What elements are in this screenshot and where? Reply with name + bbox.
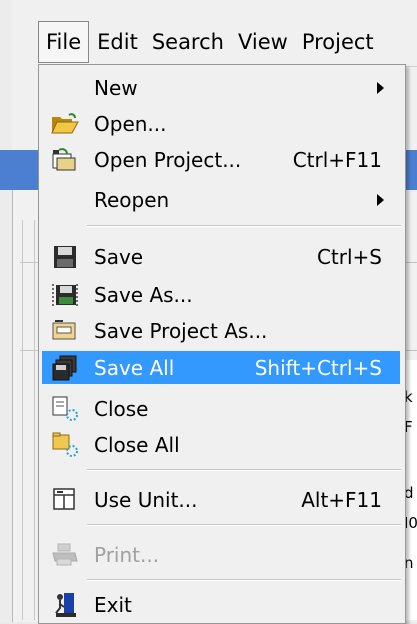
close-file-icon: [50, 396, 80, 422]
menu-search[interactable]: Search: [146, 22, 230, 62]
menu-item-close[interactable]: Close: [42, 392, 400, 425]
save-all-icon: [50, 355, 80, 381]
menu-separator: [87, 525, 401, 526]
menu-view[interactable]: View: [232, 22, 294, 62]
menu-separator: [87, 226, 401, 227]
folder-open-icon: [50, 111, 80, 137]
menu-item-reopen[interactable]: Reopen: [42, 183, 400, 216]
menu-item-label: Exit: [94, 592, 132, 617]
menu-item-label: Open Project...: [94, 147, 242, 172]
menu-separator: [87, 470, 401, 471]
menu-item-label: Open...: [94, 111, 167, 136]
use-unit-icon: [50, 487, 80, 513]
menu-item-label: Print...: [94, 542, 160, 567]
menu-item-shortcut: Alt+F11: [301, 487, 382, 512]
menu-item-label: Save All: [94, 355, 175, 380]
menu-item-shortcut: Ctrl+S: [316, 244, 382, 269]
menu-separator: [87, 580, 401, 581]
menu-item-use-unit[interactable]: Use Unit... Alt+F11: [42, 483, 400, 516]
menu-item-label: Reopen: [94, 187, 170, 212]
menu-item-save-as[interactable]: Save As...: [42, 278, 400, 311]
menu-item-label: Save Project As...: [94, 318, 268, 343]
menu-item-exit[interactable]: Exit: [42, 588, 400, 621]
menu-item-label: Close All: [94, 432, 180, 457]
menu-project[interactable]: Project: [296, 22, 380, 62]
submenu-arrow-icon: [377, 81, 384, 94]
menu-item-print[interactable]: Print...: [42, 538, 400, 571]
floppy-disk-icon: [50, 244, 80, 270]
menu-item-open[interactable]: Open...: [42, 107, 400, 140]
menu-item-close-all[interactable]: Close All: [42, 428, 400, 461]
close-all-icon: [50, 432, 80, 458]
menu-item-save-all[interactable]: Save All Shift+Ctrl+S: [42, 351, 400, 384]
panel-divider-vertical: [34, 220, 35, 620]
save-as-icon: [50, 282, 80, 308]
menu-item-label: Close: [94, 396, 149, 421]
menu-item-label: Save: [94, 244, 144, 269]
menu-bar: File Edit Search View Project: [38, 18, 417, 67]
save-project-icon: [50, 318, 80, 344]
menu-item-open-project[interactable]: Open Project... Ctrl+F11: [42, 143, 400, 176]
blank-icon: [50, 187, 80, 213]
menu-item-label: New: [94, 75, 138, 100]
menu-item-save[interactable]: Save Ctrl+S: [42, 240, 400, 273]
menu-item-shortcut: Shift+Ctrl+S: [254, 355, 382, 380]
menu-item-shortcut: Ctrl+F11: [292, 147, 382, 172]
menu-item-new[interactable]: New: [42, 71, 400, 104]
menu-file[interactable]: File: [38, 21, 90, 63]
submenu-arrow-icon: [377, 193, 384, 206]
menu-item-label: Use Unit...: [94, 487, 198, 512]
exit-door-icon: [50, 592, 80, 618]
blank-icon: [50, 75, 80, 101]
menu-edit[interactable]: Edit: [91, 22, 144, 62]
panel-divider-vertical: [22, 220, 23, 620]
menu-item-save-project-as[interactable]: Save Project As...: [42, 314, 400, 347]
menu-item-label: Save As...: [94, 282, 193, 307]
file-menu-dropdown: New Open... Open Project... Ctrl+F11 Reo…: [38, 64, 406, 624]
open-project-icon: [50, 147, 80, 173]
printer-icon: [50, 542, 80, 568]
